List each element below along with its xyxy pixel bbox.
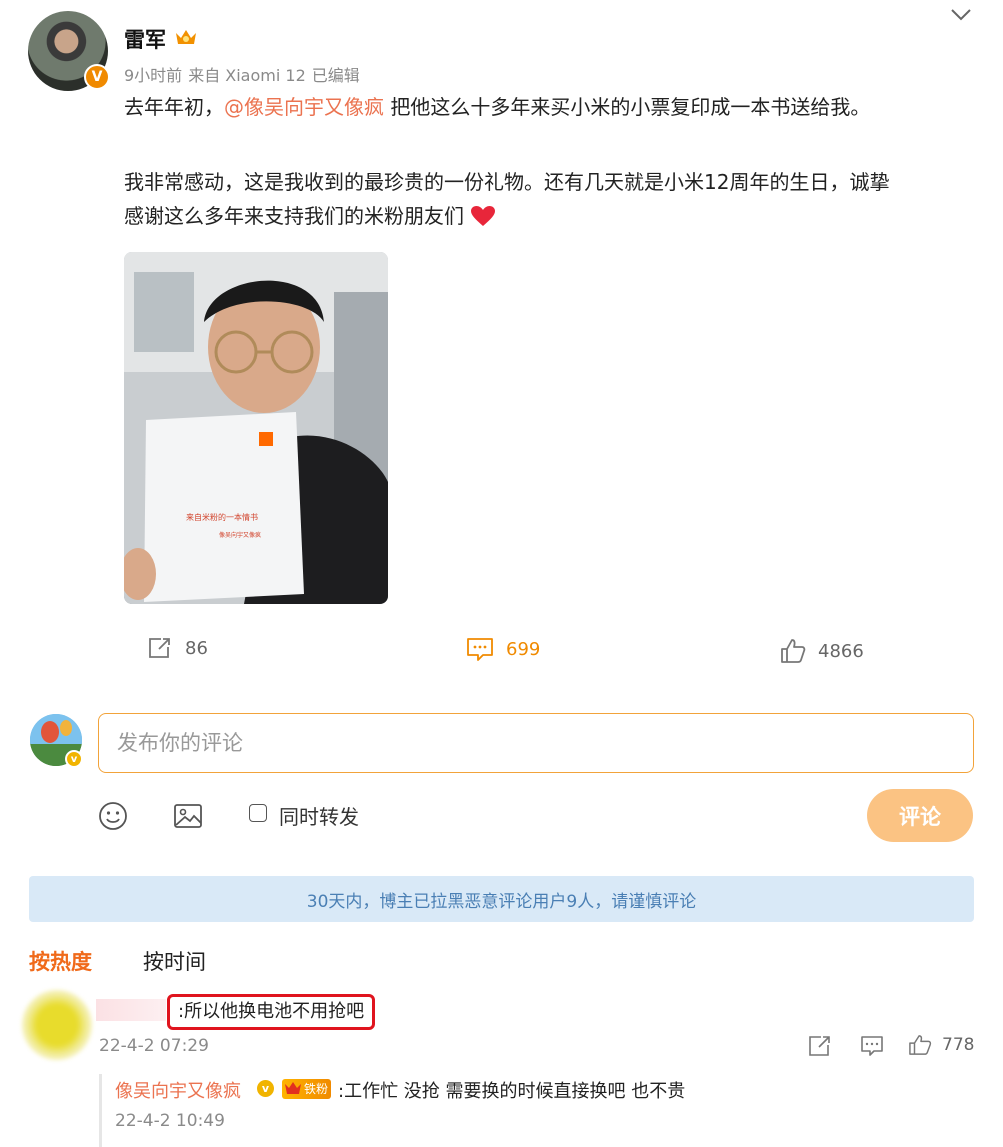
commenter-name-redacted	[96, 999, 166, 1021]
my-verified-badge-icon: v	[65, 750, 83, 768]
post-meta: 9小时前 来自 Xiaomi 12 已编辑	[124, 62, 366, 86]
post-text-line-3-text: 感谢这么多年来支持我们的米粉朋友们	[124, 204, 464, 228]
submit-comment-button[interactable]: 评论	[867, 789, 973, 842]
thumbs-up-icon	[781, 639, 806, 663]
post-time[interactable]: 9小时前	[124, 66, 182, 85]
commenter-avatar[interactable]	[22, 990, 92, 1060]
comment-time: 22-4-2 07:29	[99, 1036, 209, 1056]
comment-count: 699	[506, 638, 541, 660]
post-photo[interactable]: 来自米粉的一本情书 像吴向宇又像疯	[124, 252, 388, 604]
like-button[interactable]: 4866	[780, 638, 864, 664]
reply-text: :工作忙 没抢 需要换的时候直接换吧 也不贵	[338, 1081, 686, 1102]
like-count: 4866	[818, 640, 864, 662]
repost-count: 86	[185, 637, 208, 659]
repost-icon	[149, 638, 170, 658]
chevron-down-icon[interactable]	[950, 8, 972, 22]
post-source: 来自 Xiaomi 12	[188, 66, 306, 85]
photo-illustration: 来自米粉的一本情书 像吴向宇又像疯	[124, 252, 388, 604]
photo-book-title: 来自米粉的一本情书	[186, 512, 258, 522]
photo-book-subtitle: 像吴向宇又像疯	[219, 531, 261, 539]
repost-button[interactable]: 86	[147, 636, 208, 660]
comment-input[interactable]: 发布你的评论	[98, 713, 974, 773]
mention-link[interactable]: @像吴向宇又像疯	[224, 95, 384, 119]
comment-like-count: 778	[942, 1035, 975, 1055]
heart-icon	[471, 206, 495, 226]
comment-thumbs-up-icon	[909, 1035, 932, 1055]
reply-verified-badge-icon: v	[257, 1080, 274, 1097]
post-edited[interactable]: 已编辑	[312, 66, 360, 85]
reply-author-name[interactable]: 像吴向宇又像疯	[115, 1077, 241, 1103]
comment-button[interactable]: 699	[466, 636, 540, 662]
reply-time: 22-4-2 10:49	[115, 1111, 225, 1131]
repost-checkbox-label[interactable]: 同时转发	[279, 801, 359, 830]
comment-icon	[467, 638, 493, 661]
author-name[interactable]: 雷军	[124, 24, 166, 54]
repost-checkbox[interactable]	[249, 804, 267, 822]
reply-divider	[99, 1074, 102, 1147]
post-text-line-1: 去年年初，@像吴向宇又像疯 把他这么十多年来买小米的小票复印成一本书送给我。	[124, 92, 984, 122]
emoji-icon[interactable]	[98, 801, 128, 831]
post-text-line-2: 我非常感动，这是我收到的最珍贵的一份礼物。还有几天就是小米12周年的生日，诚挚	[124, 170, 890, 194]
comment-reply-icon[interactable]	[860, 1035, 884, 1057]
comment-text: :所以他换电池不用抢吧	[167, 994, 376, 1030]
post-text-suffix: 把他这么十多年来买小米的小票复印成一本书送给我。	[384, 95, 871, 119]
verified-badge-icon: V	[84, 64, 110, 90]
fan-crown-icon	[285, 1082, 301, 1094]
tab-sort-time[interactable]: 按时间	[143, 946, 206, 976]
post-text-prefix: 去年年初，	[124, 95, 224, 119]
image-icon[interactable]	[173, 801, 203, 831]
comment-like-button[interactable]: 778	[908, 1034, 974, 1056]
post-text-line-3: 感谢这么多年来支持我们的米粉朋友们	[124, 201, 984, 231]
crown-icon	[176, 30, 196, 44]
blocked-users-notice: 30天内，博主已拉黑恶意评论用户9人，请谨慎评论	[29, 876, 974, 922]
comment-repost-icon[interactable]	[808, 1035, 832, 1057]
tab-sort-hot[interactable]: 按热度	[29, 946, 92, 976]
